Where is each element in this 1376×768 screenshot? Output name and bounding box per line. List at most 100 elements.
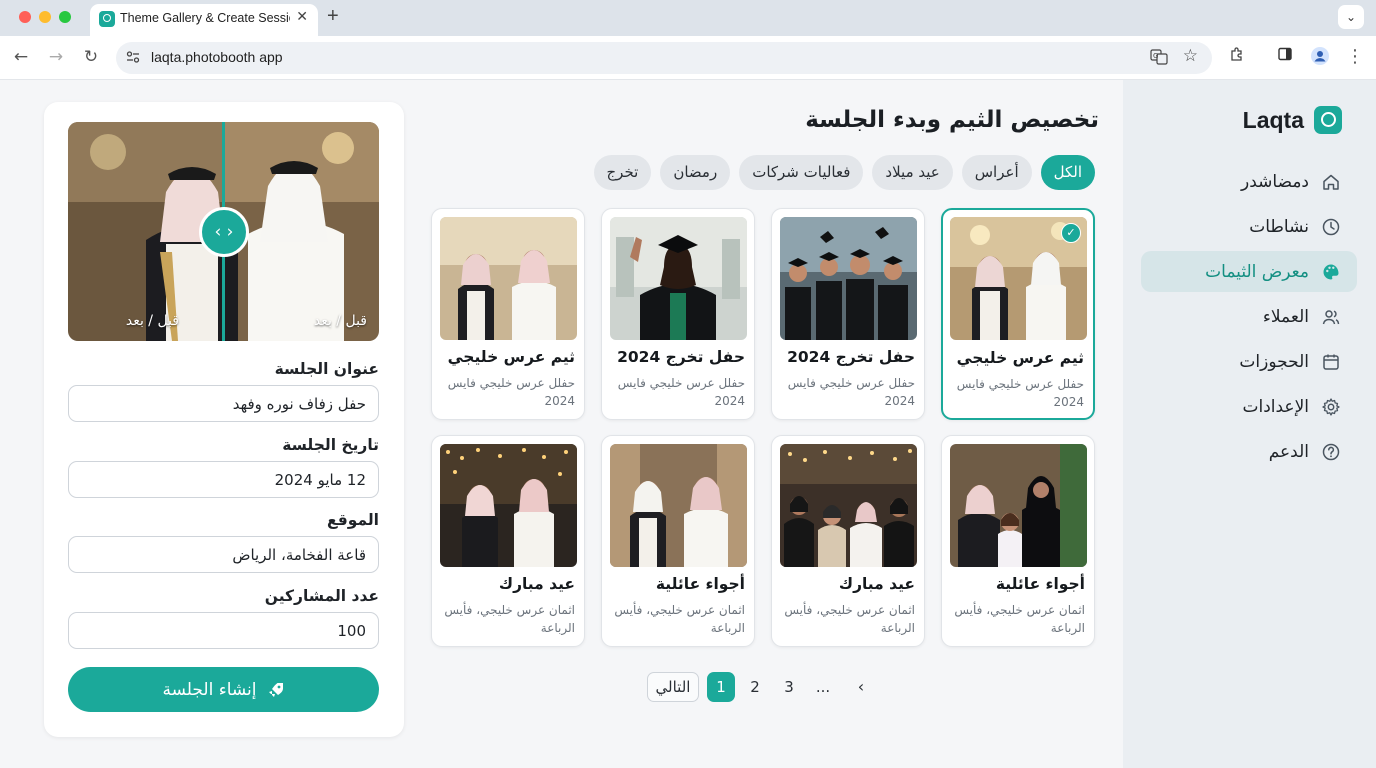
after-label: قبل / بعد bbox=[313, 313, 367, 329]
compare-slider-handle[interactable]: ‹ › bbox=[199, 207, 249, 257]
browser-tabstrip: Theme Gallery & Create Session ✕ + ⌄ bbox=[0, 0, 1376, 36]
theme-thumbnail bbox=[440, 217, 577, 340]
theme-card-title: حفل تخرج 2024 bbox=[617, 348, 745, 366]
site-favicon-icon bbox=[99, 11, 115, 27]
participants-count-label: عدد المشاركين bbox=[264, 587, 379, 605]
theme-card-description: اثمان عرس خليجي، فأيس الرباعة bbox=[784, 603, 915, 635]
theme-card[interactable]: حفل تخرج 2024 حفلل عرس خليجي فايس 2024 bbox=[771, 208, 925, 420]
gear-icon bbox=[1322, 397, 1340, 416]
pagination-page-2[interactable]: 2 bbox=[741, 672, 769, 702]
theme-thumbnail bbox=[780, 444, 917, 567]
theme-card[interactable]: حفل تخرج 2024 حفلل عرس خليجي فايس 2024 bbox=[601, 208, 755, 420]
tab-close-icon[interactable]: ✕ bbox=[296, 9, 308, 25]
palette-icon bbox=[1323, 264, 1339, 279]
theme-thumbnail bbox=[780, 217, 917, 340]
participants-count-input[interactable] bbox=[68, 612, 379, 649]
session-location-input[interactable] bbox=[68, 536, 379, 573]
pagination-next-button[interactable]: التالي bbox=[647, 672, 699, 702]
laqta-logo-icon bbox=[1314, 106, 1342, 134]
sidebar-item-dashboard[interactable]: دمضاشدر bbox=[1141, 161, 1357, 202]
filter-chip-corporate[interactable]: فعاليات شركات bbox=[739, 155, 864, 190]
theme-card-title: ثيم عرس خليجي bbox=[447, 348, 575, 366]
pagination-page-3[interactable]: 3 bbox=[775, 672, 803, 702]
sidebar-item-label: نشاطات bbox=[1249, 216, 1309, 237]
reload-icon[interactable]: ↻ bbox=[80, 46, 102, 68]
page-title: تخصيص الثيم وبدء الجلسة bbox=[805, 107, 1099, 133]
theme-card-title: ثيم عرس خليجي bbox=[956, 349, 1084, 367]
browser-tab[interactable]: Theme Gallery & Create Session ✕ bbox=[90, 4, 318, 36]
site-settings-icon[interactable] bbox=[126, 50, 140, 64]
filter-chip-all[interactable]: الكل bbox=[1040, 155, 1095, 190]
filter-chip-ramadan[interactable]: رمضان bbox=[660, 155, 731, 190]
bookmark-star-icon[interactable]: ☆ bbox=[1183, 46, 1198, 66]
sidebar-item-activities[interactable]: نشاطات bbox=[1141, 206, 1357, 247]
close-window-button[interactable] bbox=[19, 11, 31, 23]
theme-card[interactable]: عيد مبارك اثمان عرس خليجي، فأيس الرباعة bbox=[431, 435, 585, 647]
filter-chip-birthday[interactable]: عيد ميلاد bbox=[872, 155, 953, 190]
browser-menu-icon[interactable]: ⋮ bbox=[1344, 46, 1366, 68]
side-panel-icon[interactable] bbox=[1274, 46, 1296, 68]
create-session-button[interactable]: إنشاء الجلسة bbox=[68, 667, 379, 712]
new-tab-icon[interactable]: + bbox=[327, 5, 339, 28]
sidebar-item-theme-gallery[interactable]: معرض الثيمات bbox=[1141, 251, 1357, 292]
tab-search-chevron-icon[interactable]: ⌄ bbox=[1338, 5, 1364, 29]
brand[interactable]: Laqta bbox=[1243, 105, 1342, 135]
theme-card-title: أجواء عائلية bbox=[995, 575, 1085, 593]
before-after-preview[interactable]: ‹ › قبل / بعد قبل / بعد bbox=[68, 122, 379, 341]
session-title-input[interactable] bbox=[68, 385, 379, 422]
theme-card-description: اثمان عرس خليجي، فأيس الرباعة bbox=[614, 603, 745, 635]
address-bar[interactable]: laqta.photobooth app G ☆ bbox=[116, 42, 1212, 74]
session-location-label: الموقع bbox=[327, 511, 379, 529]
session-date-input[interactable] bbox=[68, 461, 379, 498]
theme-card[interactable]: عيد مبارك اثمان عرس خليجي، فأيس الرباعة bbox=[771, 435, 925, 647]
calendar-icon bbox=[1323, 354, 1339, 370]
chevron-left-icon[interactable]: ‹ bbox=[847, 672, 875, 702]
sidebar-item-settings[interactable]: الإعدادات bbox=[1141, 386, 1357, 427]
theme-thumbnail bbox=[610, 217, 747, 340]
minimize-window-button[interactable] bbox=[39, 11, 51, 23]
maximize-window-button[interactable] bbox=[59, 11, 71, 23]
sidebar-item-support[interactable]: الدعم bbox=[1141, 431, 1357, 472]
theme-card-description: حفلل عرس خليجي فايس 2024 bbox=[956, 377, 1084, 409]
pagination: التالي 1 2 3 ... ‹ bbox=[647, 670, 947, 704]
back-arrow-icon[interactable]: ← bbox=[10, 46, 32, 68]
theme-card-title: عيد مبارك bbox=[838, 575, 915, 593]
theme-card-description: حفلل عرس خليجي فايس 2024 bbox=[617, 376, 745, 408]
session-date-label: تاريخ الجلسة bbox=[282, 436, 379, 454]
theme-card-description: حفلل عرس خليجي فايس 2024 bbox=[787, 376, 915, 408]
forward-arrow-icon[interactable]: → bbox=[45, 46, 67, 68]
sidebar-item-label: العملاء bbox=[1262, 306, 1309, 327]
sidebar-item-label: الدعم bbox=[1268, 441, 1309, 462]
selected-check-icon: ✓ bbox=[1061, 223, 1081, 243]
filter-chips: الكل أعراس عيد ميلاد فعاليات شركات رمضان… bbox=[593, 155, 1095, 190]
session-title-label: عنوان الجلسة bbox=[274, 360, 379, 378]
theme-card-description: حفلل عرس خليجي فايس 2024 bbox=[447, 376, 575, 408]
svg-text:G: G bbox=[1153, 52, 1158, 60]
translate-icon[interactable]: G bbox=[1150, 48, 1168, 70]
create-session-label: إنشاء الجلسة bbox=[162, 679, 257, 700]
filter-chip-graduation[interactable]: تخرج bbox=[593, 155, 652, 190]
theme-thumbnail bbox=[950, 444, 1087, 567]
sidebar-item-label: الإعدادات bbox=[1242, 396, 1309, 417]
theme-card-title: عيد مبارك bbox=[498, 575, 575, 593]
pagination-page-1[interactable]: 1 bbox=[707, 672, 735, 702]
theme-card[interactable]: ثيم عرس خليجي حفلل عرس خليجي فايس 2024 bbox=[431, 208, 585, 420]
sidebar-nav: دمضاشدر نشاطات معرض الثيمات العملاء الحج… bbox=[1141, 161, 1357, 476]
sidebar: Laqta دمضاشدر نشاطات معرض الثيمات العملا… bbox=[1123, 80, 1376, 768]
theme-grid: ✓ ثيم عرس خليجي حفلل عرس خليجي فايس 2024 bbox=[427, 208, 1095, 647]
theme-card[interactable]: أجواء عائلية اثمان عرس خليجي، فأيس الربا… bbox=[601, 435, 755, 647]
sidebar-item-bookings[interactable]: الحجوزات bbox=[1141, 341, 1357, 382]
sidebar-item-label: الحجوزات bbox=[1239, 351, 1309, 372]
theme-card-description: اثمان عرس خليجي، فأيس الرباعة bbox=[444, 603, 575, 635]
rocket-icon bbox=[268, 682, 283, 697]
profile-avatar-icon[interactable] bbox=[1309, 46, 1331, 68]
sidebar-item-clients[interactable]: العملاء bbox=[1141, 296, 1357, 337]
filter-chip-weddings[interactable]: أعراس bbox=[961, 155, 1032, 190]
theme-card[interactable]: أجواء عائلية اثمان عرس خليجي، فأيس الربا… bbox=[941, 435, 1095, 647]
clock-icon bbox=[1322, 218, 1340, 235]
extensions-icon[interactable] bbox=[1226, 46, 1248, 68]
theme-card-title: أجواء عائلية bbox=[655, 575, 745, 593]
theme-card-description: اثمان عرس خليجي، فأيس الرباعة bbox=[954, 603, 1085, 635]
theme-card[interactable]: ✓ ثيم عرس خليجي حفلل عرس خليجي فايس 2024 bbox=[941, 208, 1095, 420]
sidebar-item-label: معرض الثيمات bbox=[1205, 261, 1309, 282]
